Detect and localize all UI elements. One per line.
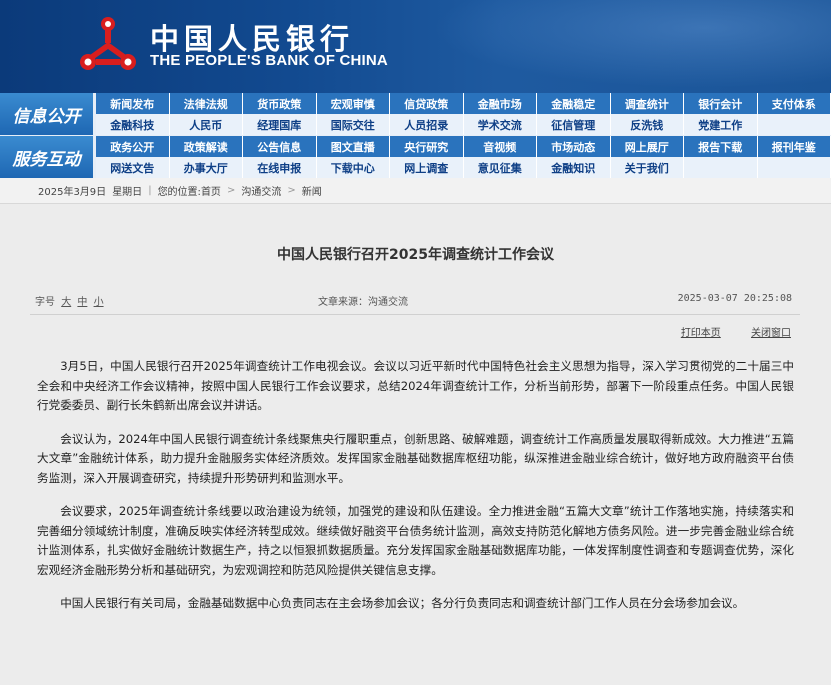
breadcrumb-arrow-icon: > [226,185,236,196]
nav-item[interactable]: 音视频 [464,136,537,157]
nav-item[interactable]: 银行会计 [684,93,758,114]
nav-item[interactable]: 关于我们 [611,157,684,178]
close-window-link[interactable]: 关闭窗口 [751,328,791,339]
breadcrumb-news[interactable]: 新闻 [302,183,322,198]
article-title: 中国人民银行召开2025年调查统计工作会议 [277,247,554,263]
article-paragraph: 会议要求，2025年调查统计条线要以政治建设为统领，加强党的建设和队伍建设。全力… [37,504,794,577]
article-meta: 字号 大 中 小 文章来源：沟通交流 2025-03-07 20:25:08 [35,293,792,309]
nav-item[interactable]: 学术交流 [464,114,537,135]
nav-item-empty [684,157,758,178]
breadcrumb-communication[interactable]: 沟通交流 [241,183,281,198]
nav-item[interactable]: 经理国库 [243,114,317,135]
breadcrumb-arrow-icon: > [287,185,296,196]
nav-item[interactable]: 报刊年鉴 [758,136,831,157]
nav-item[interactable]: 办事大厅 [170,157,243,178]
nav-item-empty [758,157,831,178]
pboc-emblem-icon[interactable] [78,15,138,75]
nav-item[interactable]: 金融市场 [464,93,537,114]
article-datetime: 2025-03-07 20:25:08 [677,293,792,304]
bank-name-en: THE PEOPLE'S BANK OF CHINA [150,52,388,69]
nav-grid-info: 新闻发布 法律法规 货币政策 宏观审慎 信贷政策 金融市场 金融稳定 调查统计 银行会计 支付体系… [96,93,831,135]
nav-item[interactable]: 征信管理 [537,114,611,135]
meta-divider [30,314,800,315]
nav-item[interactable]: 政策解读 [170,136,243,157]
nav-item[interactable]: 党建工作 [684,114,758,135]
article-paragraph: 会议认为，2024年中国人民银行调查统计条线聚焦央行履职重点，创新思路、破解难题… [37,431,794,485]
nav-item[interactable]: 支付体系 [758,93,831,114]
current-date: 2025年3月9日 [38,187,107,198]
site-header: 中国人民银行 THE PEOPLE'S BANK OF CHINA [0,0,831,93]
nav-item[interactable]: 金融科技 [96,114,170,135]
nav-section-service[interactable]: 服务互动 [0,136,93,178]
banner-shine [411,0,831,93]
nav-item[interactable]: 宏观审慎 [317,93,390,114]
font-size-controls: 字号 大 中 小 [35,293,104,308]
main-nav: 信息公开 新闻发布 法律法规 货币政策 宏观审慎 信贷政策 金融市场 金融稳定 调查统计 银行会… [0,93,831,178]
print-page-link[interactable]: 打印本页 [681,328,721,339]
article-paragraph: 3月5日，中国人民银行召开2025年调查统计工作电视会议。会议以习近平新时代中国… [37,359,794,412]
breadcrumb-divider: | [148,185,152,196]
breadcrumb-home[interactable]: 首页 [201,183,221,198]
nav-item[interactable]: 调查统计 [611,93,684,114]
nav-item[interactable]: 市场动态 [537,136,611,157]
nav-item[interactable]: 反洗钱 [611,114,684,135]
nav-item[interactable]: 网上调查 [390,157,464,178]
font-large-link[interactable]: 大 [61,297,71,308]
nav-item[interactable]: 金融知识 [537,157,611,178]
nav-item[interactable]: 金融稳定 [537,93,611,114]
nav-item[interactable]: 下载中心 [317,157,390,178]
article-source: 文章来源：沟通交流 [318,297,408,308]
nav-item[interactable]: 意见征集 [464,157,537,178]
nav-item[interactable]: 信贷政策 [390,93,464,114]
font-medium-link[interactable]: 中 [77,297,87,308]
nav-item[interactable]: 货币政策 [243,93,317,114]
article-paragraph: 中国人民银行有关司局，金融基础数据中心负责同志在主会场参加会议；各分行负责同志和… [60,596,745,610]
nav-item[interactable]: 网送文告 [96,157,170,178]
font-size-label: 字号 [35,297,55,308]
nav-item[interactable]: 政务公开 [96,136,170,157]
nav-item-empty [758,114,831,135]
nav-item[interactable]: 新闻发布 [96,93,170,114]
nav-grid-service: 政务公开 政策解读 公告信息 图文直播 央行研究 音视频 市场动态 网上展厅 报告下载 报刊年鉴网… [96,136,831,178]
nav-item[interactable]: 网上展厅 [611,136,684,157]
location-label: 您的位置: [157,187,201,198]
nav-item[interactable]: 在线申报 [243,157,317,178]
nav-item[interactable]: 图文直播 [317,136,390,157]
nav-item[interactable]: 法律法规 [170,93,243,114]
article-tools: 打印本页 关闭窗口 [654,324,791,339]
nav-item[interactable]: 公告信息 [243,136,317,157]
font-small-link[interactable]: 小 [94,297,104,308]
nav-item[interactable]: 人民币 [170,114,243,135]
nav-section-info-disclosure[interactable]: 信息公开 [0,93,93,135]
nav-item[interactable]: 央行研究 [390,136,464,157]
nav-item[interactable]: 人员招录 [390,114,464,135]
article-body: 3月5日，中国人民银行召开2025年调查统计工作电视会议。会议以习近平新时代中国… [37,357,794,628]
nav-item[interactable]: 国际交往 [317,114,390,135]
nav-item[interactable]: 报告下载 [684,136,758,157]
current-weekday: 星期日 [112,187,143,198]
breadcrumb: 2025年3月9日 星期日 | 您的位置: 首页 > 沟通交流 > 新闻 [0,178,831,204]
